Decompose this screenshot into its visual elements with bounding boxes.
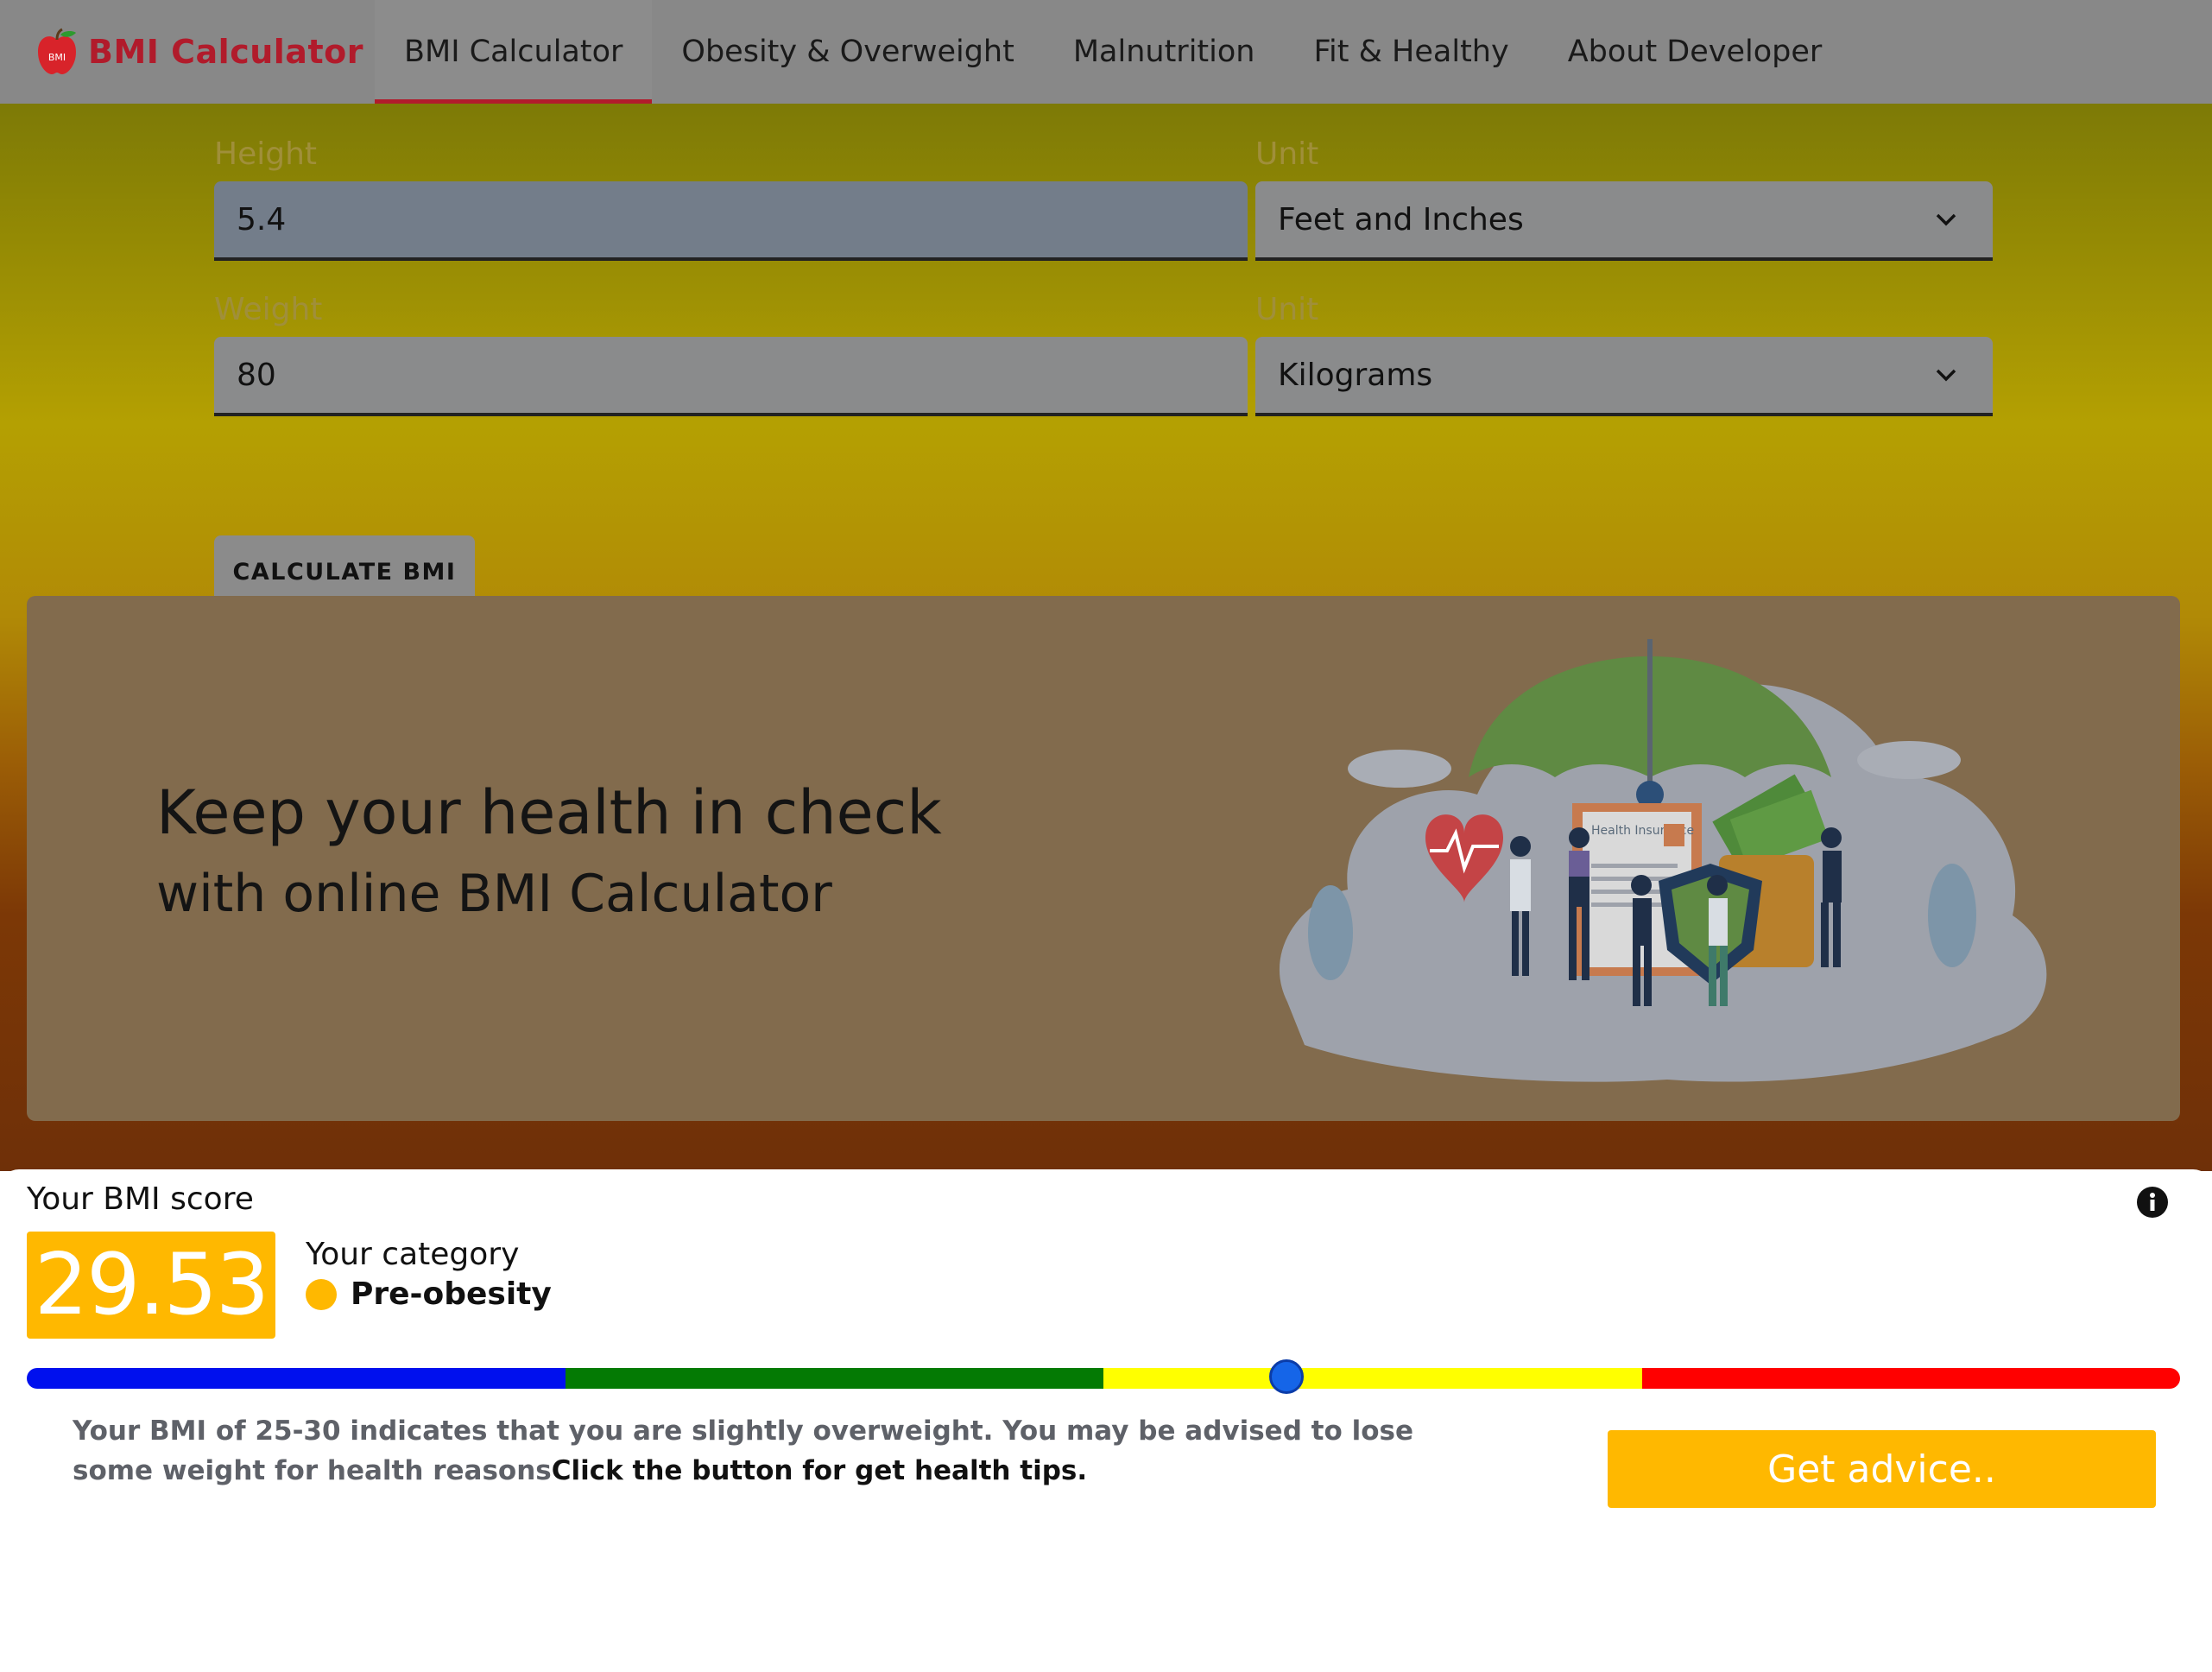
tab-fit-healthy[interactable]: Fit & Healthy [1284,0,1538,104]
weight-label: Weight [214,292,323,327]
brand-link[interactable]: BMI BMI Calculator [35,28,375,76]
get-advice-button[interactable]: Get advice.. [1608,1430,2156,1508]
tab-about-developer[interactable]: About Developer [1539,0,1852,104]
height-input[interactable]: 5.4 [214,181,1248,261]
tab-bmi-calculator[interactable]: BMI Calculator [375,0,653,104]
chevron-down-icon [1936,369,1956,382]
height-unit-label: Unit [1255,136,1319,172]
scale-segment-underweight [27,1368,566,1389]
weight-input[interactable]: 80 [214,337,1248,416]
nav-tabs: BMI Calculator Obesity & Overweight Maln… [375,0,1851,104]
scale-segment-overweight [1103,1368,1642,1389]
bmi-score-title: Your BMI score [27,1181,254,1217]
info-icon[interactable] [2137,1187,2168,1218]
bmi-score-value: 29.53 [27,1232,275,1339]
bmi-result-panel: Your BMI score 29.53 Your category Pre-o… [0,1169,2212,1672]
scale-segment-normal [565,1368,1103,1389]
height-unit-value: Feet and Inches [1278,201,1524,238]
promo-subline: with online BMI Calculator [156,864,832,924]
height-unit-select[interactable]: Feet and Inches [1255,181,1993,261]
top-navbar: BMI BMI Calculator BMI Calculator Obesit… [0,0,2212,104]
chevron-down-icon [1936,213,1956,226]
weight-unit-select[interactable]: Kilograms [1255,337,1993,416]
bmi-scale-bar [27,1368,2180,1389]
scale-segment-obese [1641,1368,2180,1389]
promo-headline: Keep your health in check [156,777,942,848]
category-value: Pre-obesity [351,1276,552,1312]
bmi-scale-marker[interactable] [1268,1359,1304,1394]
brand-title: BMI Calculator [88,33,363,71]
category-title: Your category [306,1237,520,1272]
health-insurance-illustration: Health Insurance [1279,639,2047,1082]
height-label: Height [214,136,318,172]
advice-cta: Click the button for get health tips. [551,1455,1088,1486]
tab-obesity-overweight[interactable]: Obesity & Overweight [652,0,1043,104]
apple-logo-icon: BMI [38,28,76,74]
advice-text: Your BMI of 25-30 indicates that you are… [73,1411,1488,1491]
category-color-dot [306,1279,337,1310]
svg-text:BMI: BMI [48,52,66,63]
tab-malnutrition[interactable]: Malnutrition [1044,0,1285,104]
weight-unit-value: Kilograms [1278,357,1433,393]
promo-card: Keep your health in check with online BM… [27,596,2180,1121]
weight-unit-label: Unit [1255,292,1319,327]
